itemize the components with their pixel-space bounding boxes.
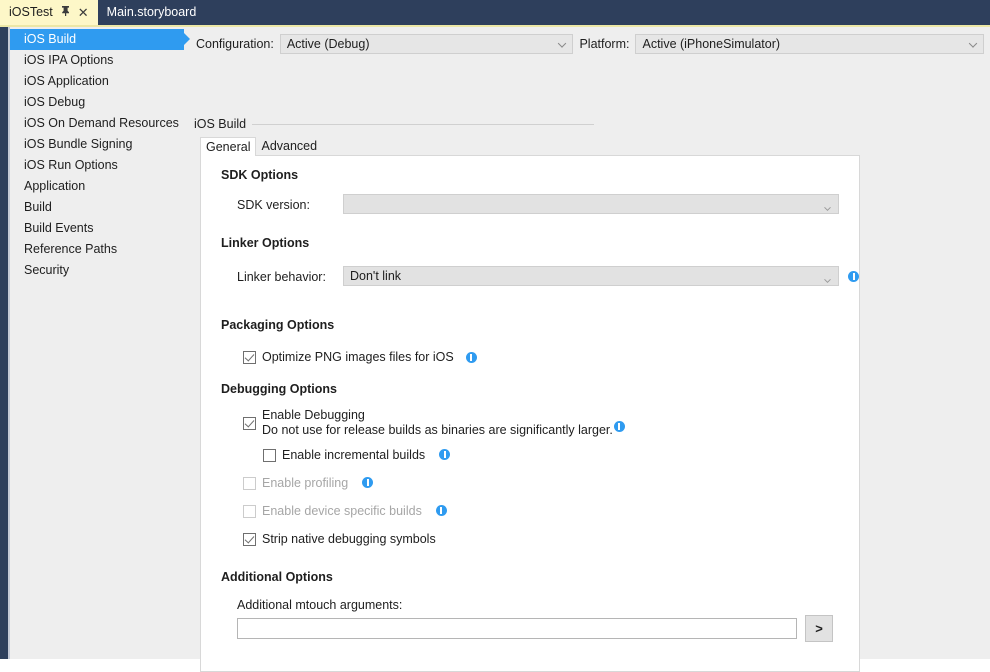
enable-debugging-info-icon[interactable] — [614, 421, 625, 432]
sidebar-item-ios-on-demand-resources[interactable]: iOS On Demand Resources — [10, 113, 190, 134]
enable-device-specific-builds-checkbox-row: Enable device specific builds — [243, 504, 447, 519]
tab-advanced[interactable]: Advanced — [256, 137, 322, 156]
chevron-down-icon — [824, 273, 831, 280]
linker-behavior-value: Don't link — [350, 269, 401, 283]
chevron-down-icon — [824, 201, 831, 208]
configuration-dropdown[interactable]: Active (Debug) — [280, 34, 574, 54]
sidebar-item-ios-debug[interactable]: iOS Debug — [10, 92, 190, 113]
tab-main-storyboard-label: Main.storyboard — [107, 6, 197, 19]
linker-behavior-dropdown[interactable]: Don't link — [343, 266, 839, 286]
tab-general[interactable]: General — [200, 137, 256, 156]
pin-icon[interactable] — [60, 5, 71, 18]
properties-content-pane: Configuration: Active (Debug) Platform: … — [190, 27, 990, 659]
sidebar-item-ios-application[interactable]: iOS Application — [10, 71, 190, 92]
sidebar-item-label: Reference Paths — [24, 242, 117, 256]
platform-value: Active (iPhoneSimulator) — [642, 37, 780, 51]
sidebar-item-label: iOS Application — [24, 74, 109, 88]
tab-general-label: General — [206, 140, 250, 154]
left-rail — [0, 27, 8, 659]
section-linker-options-heading: Linker Options — [221, 236, 309, 250]
enable-profiling-checkbox-row: Enable profiling — [243, 476, 373, 491]
project-properties-sidebar: iOS Build iOS IPA Options iOS Applicatio… — [10, 27, 190, 659]
enable-incremental-builds-label: Enable incremental builds — [282, 448, 425, 463]
sidebar-item-label: iOS Bundle Signing — [24, 137, 132, 151]
sidebar-item-label: Application — [24, 179, 85, 193]
section-packaging-options-heading: Packaging Options — [221, 318, 334, 332]
section-debugging-options-heading: Debugging Options — [221, 382, 337, 396]
tab-iostest[interactable]: iOSTest ✕ — [0, 0, 98, 25]
sidebar-item-ios-bundle-signing[interactable]: iOS Bundle Signing — [10, 134, 190, 155]
enable-incremental-builds-info-icon[interactable] — [439, 449, 450, 460]
tab-advanced-label: Advanced — [261, 139, 317, 153]
groupbox-title: iOS Build — [194, 117, 252, 131]
sidebar-item-label: Security — [24, 263, 69, 277]
optimize-png-label: Optimize PNG images files for iOS — [262, 350, 454, 365]
sidebar-item-application[interactable]: Application — [10, 176, 190, 197]
tab-main-storyboard[interactable]: Main.storyboard — [98, 0, 206, 25]
sidebar-item-ios-run-options[interactable]: iOS Run Options — [10, 155, 190, 176]
sidebar-item-ios-build[interactable]: iOS Build — [10, 29, 184, 50]
section-sdk-options-heading: SDK Options — [221, 168, 298, 182]
settings-tabs: General Advanced — [200, 137, 322, 156]
sidebar-item-label: iOS Run Options — [24, 158, 118, 172]
enable-device-specific-builds-info-icon[interactable] — [436, 505, 447, 516]
mtouch-arguments-input[interactable] — [237, 618, 797, 639]
linker-behavior-info-icon[interactable] — [848, 271, 859, 282]
enable-device-specific-builds-checkbox — [243, 505, 256, 518]
sidebar-item-label: iOS Debug — [24, 95, 85, 109]
configuration-label: Configuration: — [196, 37, 274, 51]
tab-iostest-label: iOSTest — [9, 6, 53, 19]
editor-tab-strip: iOSTest ✕ Main.storyboard — [0, 0, 990, 25]
enable-incremental-builds-checkbox-row[interactable]: Enable incremental builds — [263, 448, 450, 463]
sidebar-item-label: iOS IPA Options — [24, 53, 113, 67]
optimize-png-checkbox-row[interactable]: Optimize PNG images files for iOS — [243, 350, 477, 365]
enable-debugging-checkbox-row[interactable]: Enable Debugging Do not use for release … — [243, 408, 625, 438]
chevron-down-icon — [970, 41, 977, 48]
sidebar-item-label: iOS On Demand Resources — [24, 116, 179, 130]
mtouch-arguments-label: Additional mtouch arguments: — [237, 598, 402, 612]
close-icon[interactable]: ✕ — [78, 6, 89, 19]
sdk-version-label: SDK version: — [237, 198, 310, 212]
platform-label: Platform: — [579, 37, 629, 51]
enable-profiling-label: Enable profiling — [262, 476, 348, 491]
mtouch-expand-button-label: > — [815, 621, 823, 636]
strip-native-symbols-checkbox-row[interactable]: Strip native debugging symbols — [243, 532, 436, 547]
enable-debugging-label: Enable Debugging — [262, 408, 625, 423]
optimize-png-info-icon[interactable] — [466, 352, 477, 363]
general-settings-panel: SDK Options SDK version: Linker Options … — [200, 155, 860, 672]
linker-behavior-label: Linker behavior: — [237, 270, 326, 284]
configuration-value: Active (Debug) — [287, 37, 370, 51]
strip-native-symbols-label: Strip native debugging symbols — [262, 532, 436, 547]
sidebar-item-label: Build — [24, 200, 52, 214]
mtouch-expand-button[interactable]: > — [805, 615, 833, 642]
enable-profiling-info-icon[interactable] — [362, 477, 373, 488]
enable-debugging-description: Do not use for release builds as binarie… — [262, 423, 613, 437]
sidebar-item-reference-paths[interactable]: Reference Paths — [10, 239, 190, 260]
sidebar-item-build[interactable]: Build — [10, 197, 190, 218]
sidebar-item-label: Build Events — [24, 221, 93, 235]
sdk-version-dropdown[interactable] — [343, 194, 839, 214]
platform-dropdown[interactable]: Active (iPhoneSimulator) — [635, 34, 984, 54]
enable-profiling-checkbox — [243, 477, 256, 490]
configuration-toolbar: Configuration: Active (Debug) Platform: … — [190, 32, 990, 56]
enable-debugging-checkbox[interactable] — [243, 417, 256, 430]
groupbox-rule — [194, 124, 594, 125]
sidebar-item-build-events[interactable]: Build Events — [10, 218, 190, 239]
enable-device-specific-builds-label: Enable device specific builds — [262, 504, 422, 519]
sidebar-item-ios-ipa-options[interactable]: iOS IPA Options — [10, 50, 190, 71]
enable-incremental-builds-checkbox[interactable] — [263, 449, 276, 462]
sidebar-item-label: iOS Build — [24, 32, 76, 46]
optimize-png-checkbox[interactable] — [243, 351, 256, 364]
section-additional-options-heading: Additional Options — [221, 570, 333, 584]
strip-native-symbols-checkbox[interactable] — [243, 533, 256, 546]
sidebar-item-security[interactable]: Security — [10, 260, 190, 281]
chevron-down-icon — [559, 41, 566, 48]
